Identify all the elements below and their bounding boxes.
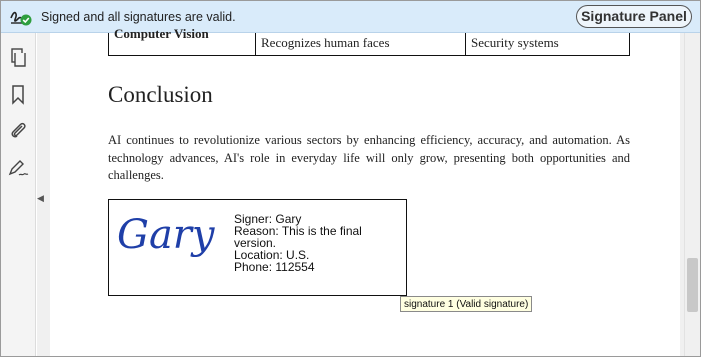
attachment-icon[interactable] (7, 120, 29, 142)
signature-phone: Phone: 112554 (234, 260, 315, 274)
pages-icon[interactable] (7, 47, 29, 69)
signature-tooltip: signature 1 (Valid signature) (400, 296, 533, 312)
table-divider (465, 33, 466, 55)
scrollbar-thumb[interactable] (687, 258, 698, 312)
table-cell: Security systems (471, 35, 559, 50)
sign-icon[interactable] (7, 157, 29, 179)
signature-valid-icon (10, 11, 32, 26)
signature-status-text: Signed and all signatures are valid. (41, 10, 236, 24)
signature-panel-button[interactable]: Signature Panel (576, 5, 692, 28)
left-tool-rail (0, 33, 36, 357)
section-heading: Conclusion (108, 82, 213, 107)
signature-status-bar: Signed and all signatures are valid. Sig… (0, 0, 701, 33)
table-divider (255, 33, 256, 55)
svg-text:Gary: Gary (117, 212, 216, 258)
collapse-left-icon[interactable]: ◀ (37, 192, 49, 204)
table-row: Computer Vision Recognizes human faces S… (108, 26, 630, 56)
signature-field[interactable]: Gary Signer: Gary Reason: This is the fi… (108, 199, 407, 296)
body-paragraph: AI continues to revolutionize various se… (108, 133, 630, 182)
signature-details: Signer: Gary Reason: This is the final v… (234, 213, 406, 273)
table-cell: Recognizes human faces (261, 35, 390, 50)
handwritten-signature: Gary (117, 212, 216, 258)
signature-reason: Reason: This is the final version. (234, 224, 362, 250)
table-cell: Computer Vision (114, 26, 209, 41)
bookmark-icon[interactable] (7, 84, 29, 106)
